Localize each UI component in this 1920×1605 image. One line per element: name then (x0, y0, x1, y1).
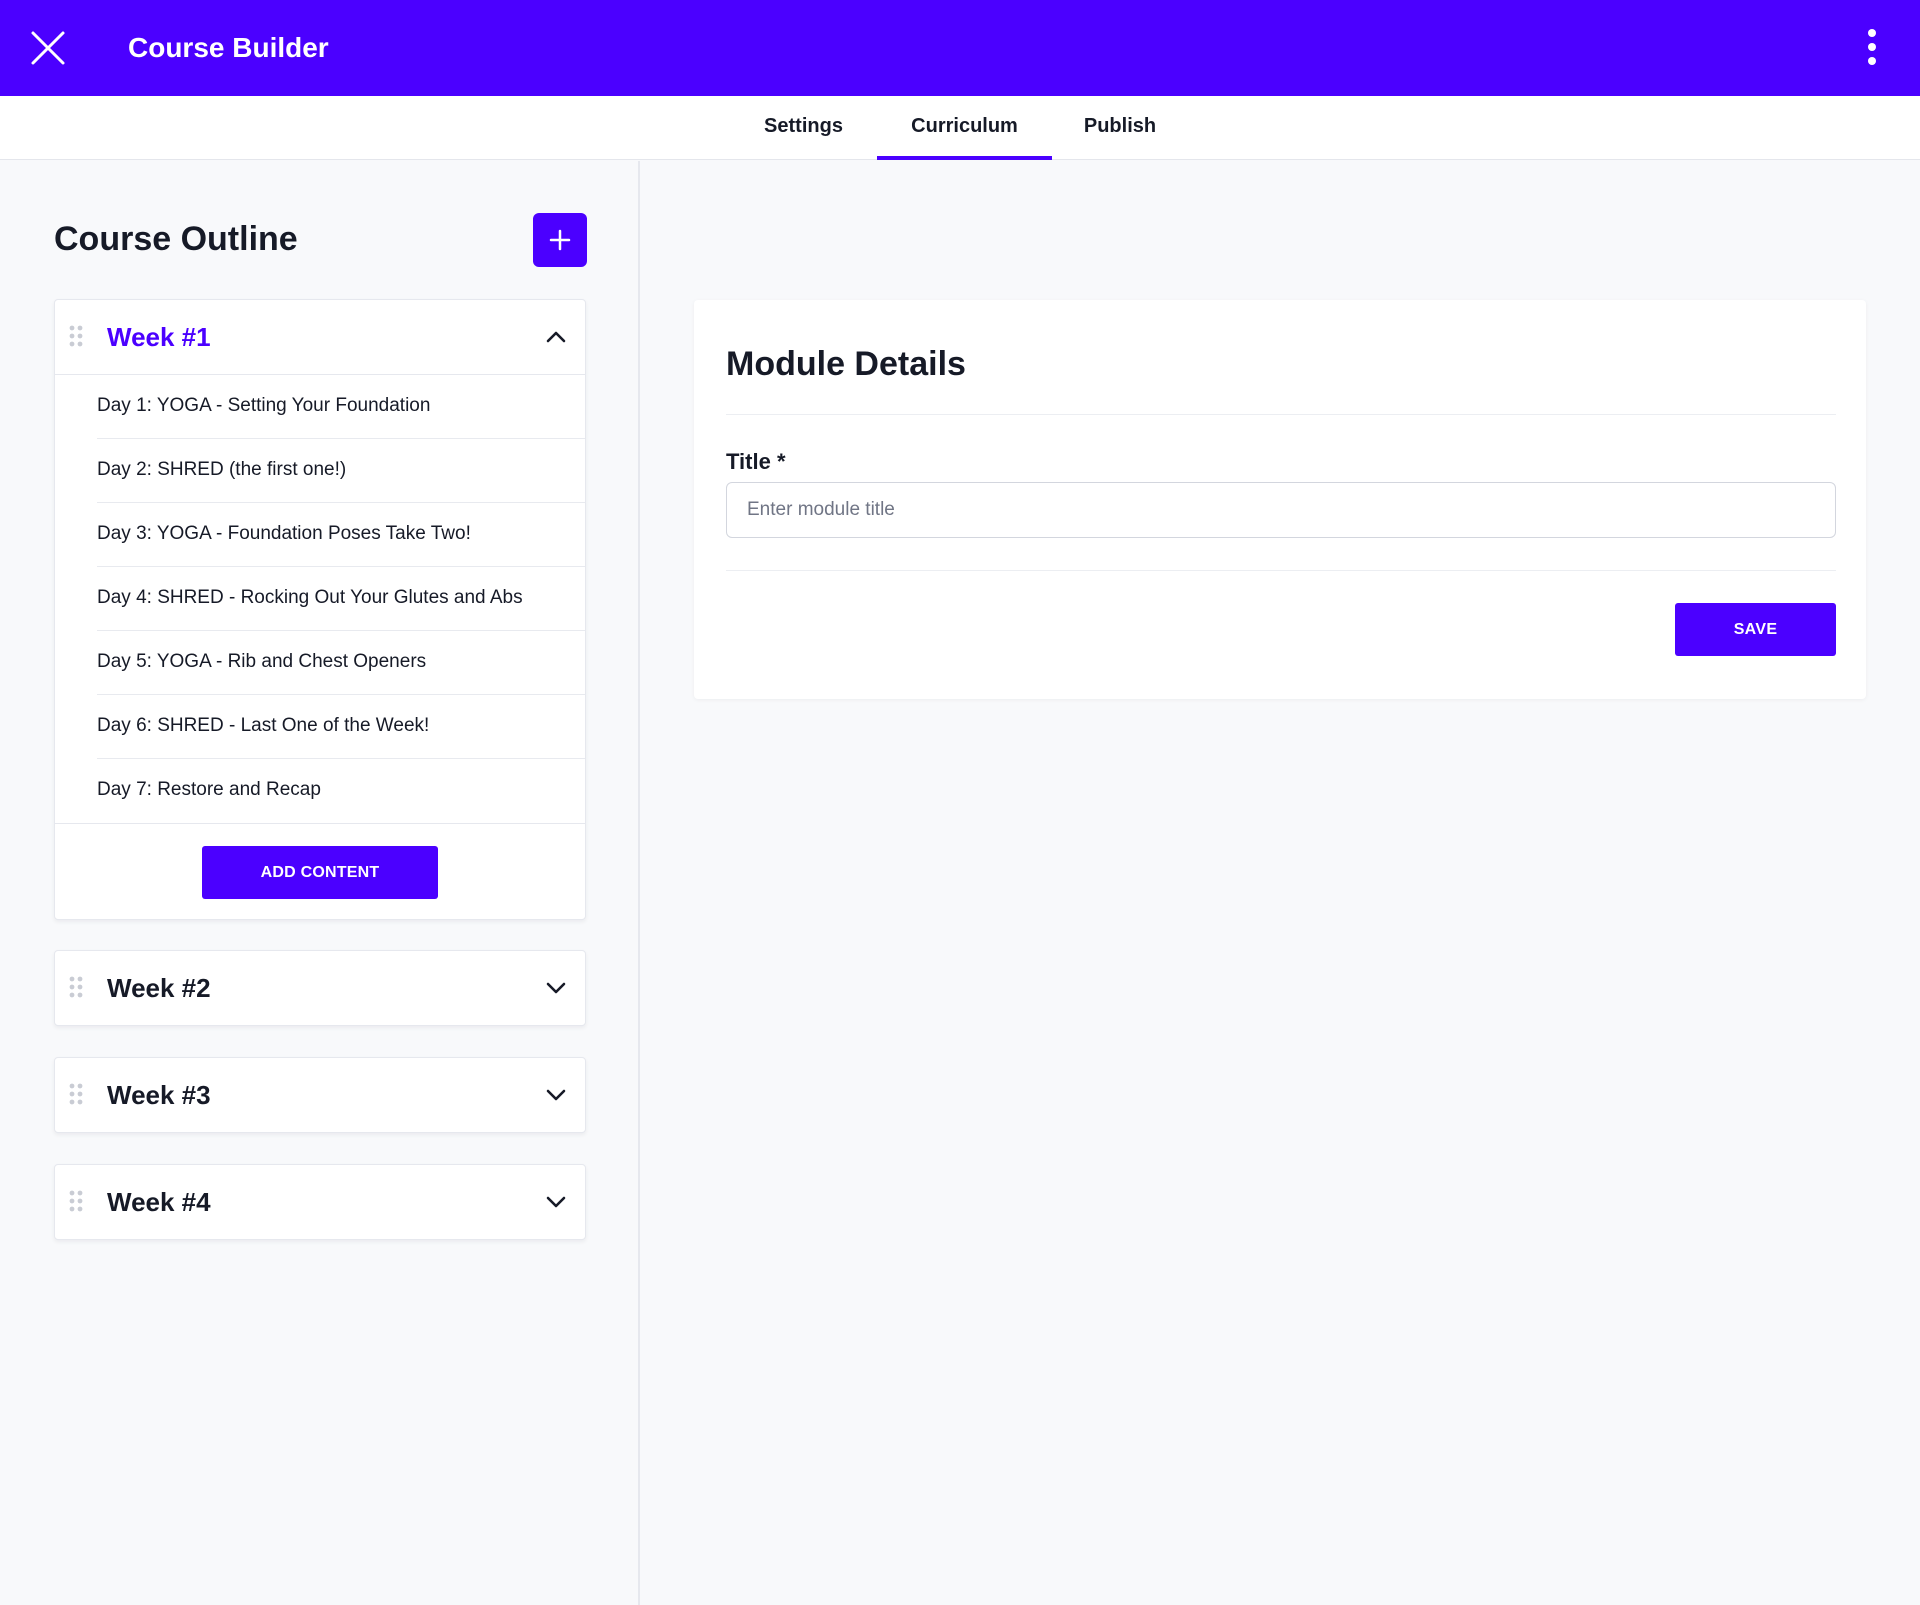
week-card-2: Week #2 (54, 950, 586, 1026)
drag-handle-icon[interactable] (68, 1189, 84, 1213)
lesson-item[interactable]: Day 7: Restore and Recap (97, 759, 585, 823)
divider (726, 414, 1836, 415)
tab-settings[interactable]: Settings (745, 96, 862, 160)
module-title-input[interactable] (726, 482, 1836, 538)
drag-handle-icon[interactable] (68, 975, 84, 999)
week-header-4[interactable]: Week #4 (55, 1165, 585, 1239)
lesson-item[interactable]: Day 6: SHRED - Last One of the Week! (97, 695, 585, 759)
week-footer: ADD CONTENT (55, 823, 585, 919)
module-details-title: Module Details (726, 345, 966, 383)
chevron-up-icon[interactable] (545, 327, 567, 347)
app-header: Course Builder (0, 0, 1920, 96)
week-card-3: Week #3 (54, 1057, 586, 1133)
module-details-card: Module Details Title * SAVE (694, 300, 1866, 699)
week-title: Week #3 (107, 1080, 211, 1110)
add-module-button[interactable] (533, 213, 587, 267)
course-outline-panel: Course Outline Week #1 Day 1: YOGA - Set… (0, 161, 640, 1605)
week-title: Week #2 (107, 973, 211, 1003)
week-title: Week #4 (107, 1187, 211, 1217)
lesson-item[interactable]: Day 2: SHRED (the first one!) (97, 439, 585, 503)
lesson-item[interactable]: Day 3: YOGA - Foundation Poses Take Two! (97, 503, 585, 567)
tab-bar: Settings Curriculum Publish (0, 96, 1920, 160)
app-title: Course Builder (128, 32, 329, 63)
close-icon[interactable] (24, 24, 72, 72)
add-content-button[interactable]: ADD CONTENT (202, 846, 438, 899)
lesson-item[interactable]: Day 1: YOGA - Setting Your Foundation (97, 375, 585, 439)
tab-publish[interactable]: Publish (1068, 96, 1172, 160)
lesson-item[interactable]: Day 5: YOGA - Rib and Chest Openers (97, 631, 585, 695)
plus-icon (549, 229, 571, 251)
tab-curriculum[interactable]: Curriculum (877, 96, 1052, 160)
week-header-1[interactable]: Week #1 (55, 300, 585, 374)
title-field-label: Title * (726, 449, 786, 474)
week-card-4: Week #4 (54, 1164, 586, 1240)
drag-handle-icon[interactable] (68, 1082, 84, 1106)
lesson-item[interactable]: Day 4: SHRED - Rocking Out Your Glutes a… (97, 567, 585, 631)
chevron-down-icon[interactable] (545, 1085, 567, 1105)
week-header-3[interactable]: Week #3 (55, 1058, 585, 1132)
chevron-down-icon[interactable] (545, 978, 567, 998)
week-header-2[interactable]: Week #2 (55, 951, 585, 1025)
chevron-down-icon[interactable] (545, 1192, 567, 1212)
drag-handle-icon[interactable] (68, 324, 84, 348)
divider (726, 570, 1836, 571)
kebab-menu-icon[interactable] (1852, 26, 1892, 70)
week-card-1: Week #1 Day 1: YOGA - Setting Your Found… (54, 299, 586, 920)
outline-title: Course Outline (54, 220, 298, 258)
week-title: Week #1 (107, 322, 211, 352)
save-button[interactable]: SAVE (1675, 603, 1836, 656)
week-lessons-list: Day 1: YOGA - Setting Your Foundation Da… (55, 374, 585, 823)
